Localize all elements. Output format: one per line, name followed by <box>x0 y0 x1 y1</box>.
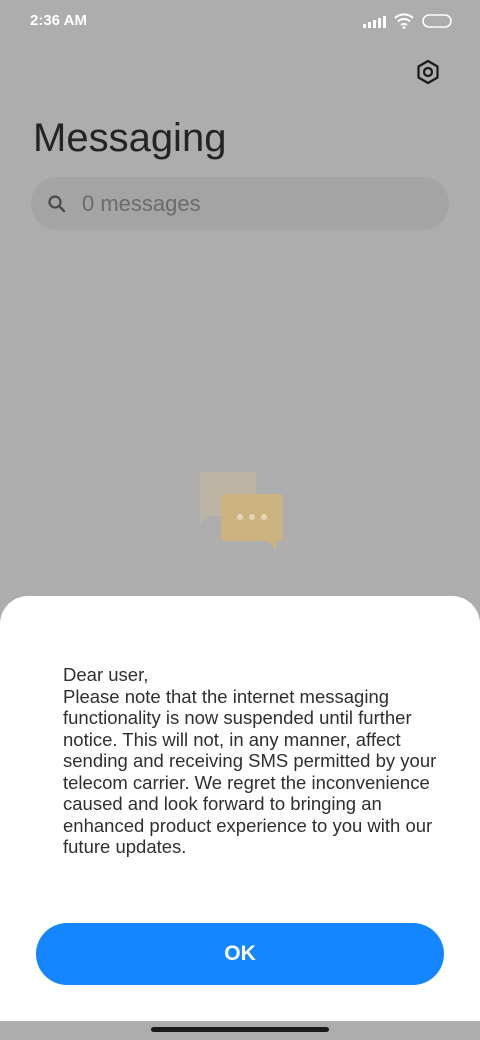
battery-icon <box>422 14 452 28</box>
settings-button[interactable] <box>408 52 448 92</box>
dialog-message: Dear user, Please note that the internet… <box>63 664 443 858</box>
dialog-body: Please note that the internet messaging … <box>63 685 437 858</box>
status-time: 2:36 AM <box>30 12 87 29</box>
search-icon <box>47 194 67 214</box>
chat-bubbles-icon <box>196 470 286 550</box>
signal-icon <box>363 14 386 28</box>
search-bar[interactable]: 0 messages <box>31 177 449 230</box>
search-input[interactable]: 0 messages <box>82 191 201 217</box>
home-indicator[interactable] <box>151 1027 329 1032</box>
status-bar: 2:36 AM <box>0 0 480 44</box>
page-title: Messaging <box>33 116 227 160</box>
ok-button[interactable]: OK <box>36 923 444 985</box>
status-icons <box>363 13 452 29</box>
wifi-icon <box>394 13 414 29</box>
gear-icon <box>417 59 439 85</box>
dialog-greeting: Dear user, <box>63 664 149 685</box>
